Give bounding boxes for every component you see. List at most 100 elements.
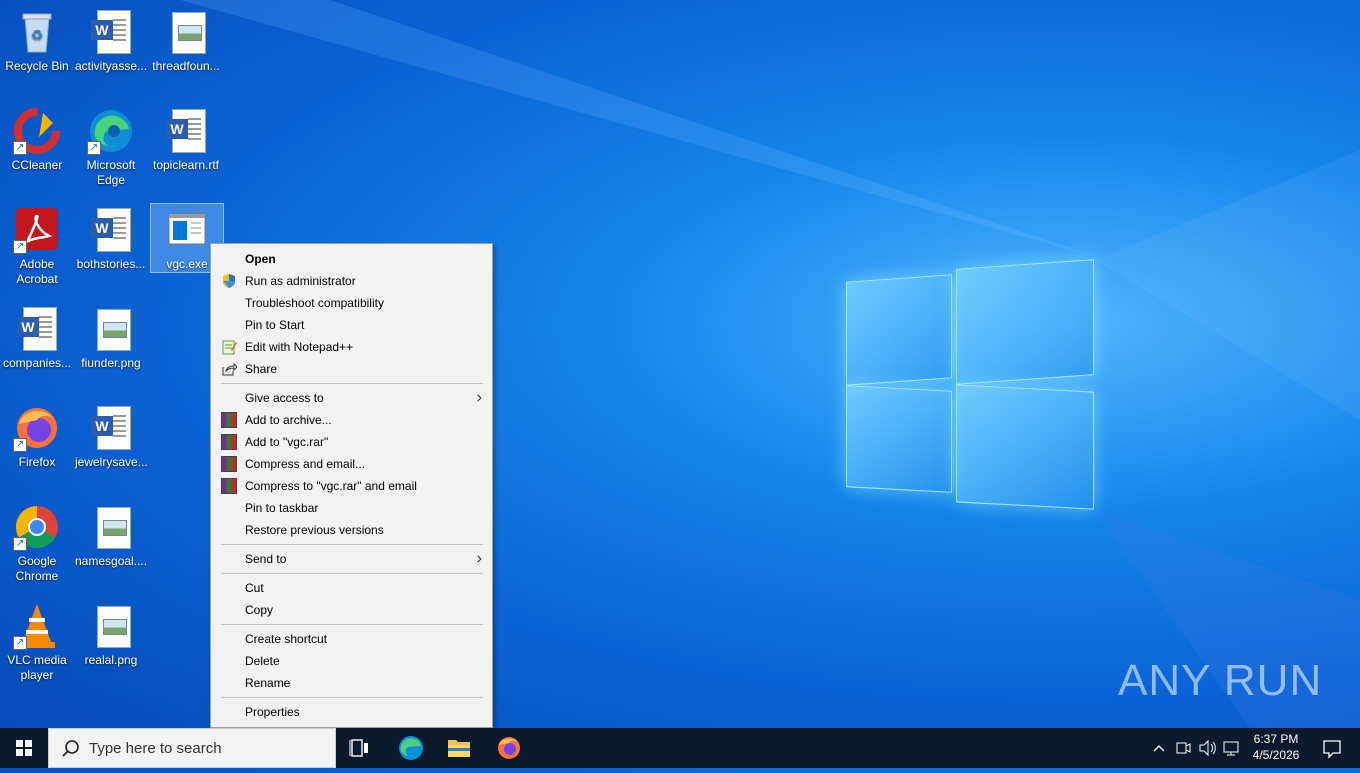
windows-start-icon: [16, 740, 32, 756]
image-file-icon: [87, 602, 135, 650]
menu-item-open[interactable]: Open: [211, 248, 492, 270]
taskbar-file-explorer-button[interactable]: [435, 728, 483, 768]
menu-item-compress-and-email[interactable]: Compress and email...: [211, 453, 492, 475]
desktop-icon-label: threadfoun...: [152, 59, 220, 73]
volume-button[interactable]: [1196, 728, 1218, 768]
menu-item-delete[interactable]: Delete: [211, 650, 492, 672]
shortcut-arrow-icon: ↗: [87, 141, 101, 155]
menu-item-pin-to-taskbar[interactable]: Pin to taskbar: [211, 497, 492, 519]
menu-item-pin-to-start[interactable]: Pin to Start: [211, 314, 492, 336]
desktop-icon-threadfoun[interactable]: threadfoun...: [150, 8, 222, 74]
desktop-icon-namesgoal[interactable]: namesgoal....: [75, 503, 147, 569]
desktop-icon-label: Microsoft Edge: [86, 158, 136, 187]
desktop-icon-realal[interactable]: realal.png: [75, 602, 147, 668]
watermark-text: ANY RUN: [1118, 656, 1323, 705]
shortcut-arrow-icon: ↗: [13, 438, 27, 452]
taskbar-firefox-button[interactable]: [485, 728, 533, 768]
desktop-icon-label: vgc.exe: [166, 257, 208, 271]
menu-item-rename[interactable]: Rename: [211, 672, 492, 694]
desktop-icon-ccleaner[interactable]: ↗ CCleaner: [1, 107, 73, 173]
folder-icon: [448, 740, 470, 757]
show-hidden-icons-button[interactable]: [1150, 728, 1168, 768]
taskbar-search-box[interactable]: Type here to search: [48, 728, 336, 768]
shortcut-arrow-icon: ↗: [13, 636, 27, 650]
uac-shield-icon: [223, 274, 235, 288]
desktop-icon-label: companies...: [2, 356, 72, 370]
executable-icon: [163, 206, 211, 254]
menu-item-edit-with-notepadpp[interactable]: Edit with Notepad++: [211, 336, 492, 358]
desktop-icon-firefox[interactable]: ↗ Firefox: [1, 404, 73, 470]
windows-logo-wallpaper: [846, 258, 1094, 512]
notification-icon: [1323, 740, 1341, 759]
network-icon: [1223, 741, 1239, 756]
desktop-icon-label: realal.png: [84, 653, 138, 667]
menu-item-restore-previous-versions[interactable]: Restore previous versions: [211, 519, 492, 541]
search-placeholder: Type here to search: [89, 740, 222, 757]
menu-separator: [221, 573, 483, 574]
menu-item-properties[interactable]: Properties: [211, 701, 492, 723]
winrar-icon: [221, 456, 237, 472]
menu-item-run-as-administrator[interactable]: Run as administrator: [211, 270, 492, 292]
desktop-icon-adobe-acrobat[interactable]: ↗ Adobe Acrobat: [1, 206, 73, 287]
menu-item-create-shortcut[interactable]: Create shortcut: [211, 628, 492, 650]
desktop-icon-label: fiunder.png: [81, 356, 141, 370]
firefox-icon: ↗: [13, 404, 61, 452]
taskbar: Type here to search 6:37 PM 4/5/2026: [0, 728, 1360, 768]
desktop-icon-fiunder[interactable]: fiunder.png: [75, 305, 147, 371]
taskbar-edge-button[interactable]: [387, 728, 435, 768]
action-center-button[interactable]: [1312, 728, 1352, 768]
menu-item-give-access-to[interactable]: Give access to ›: [211, 387, 492, 409]
meet-now-icon: [1176, 742, 1191, 754]
speaker-icon: [1199, 739, 1216, 757]
task-view-icon: [349, 739, 368, 757]
edge-icon: [399, 736, 423, 760]
desktop-icon-label: Adobe Acrobat: [16, 257, 58, 286]
desktop-icon-microsoft-edge[interactable]: ↗ Microsoft Edge: [75, 107, 147, 188]
shortcut-arrow-icon: ↗: [13, 141, 27, 155]
desktop-icon-label: namesgoal....: [75, 554, 148, 568]
meet-now-button[interactable]: [1172, 728, 1194, 768]
chevron-up-icon: [1153, 745, 1165, 752]
desktop-icon-jewelrysave[interactable]: W jewelrysave...: [75, 404, 148, 470]
desktop-icon-topiclearn[interactable]: W topiclearn.rtf: [150, 107, 222, 173]
network-button[interactable]: [1220, 728, 1242, 768]
shortcut-arrow-icon: ↗: [13, 240, 27, 254]
context-menu: Open Run as administrator Troubleshoot c…: [210, 243, 493, 728]
image-file-icon: [87, 305, 135, 353]
vlc-icon: ↗: [13, 602, 61, 650]
menu-item-share[interactable]: Share: [211, 358, 492, 380]
winrar-icon: [221, 434, 237, 450]
menu-separator: [221, 697, 483, 698]
image-file-icon: [162, 8, 210, 56]
clock[interactable]: 6:37 PM 4/5/2026: [1246, 728, 1306, 768]
desktop-icon-label: VLC media player: [7, 653, 67, 682]
menu-item-add-to-vgc-rar[interactable]: Add to "vgc.rar": [211, 431, 492, 453]
anyrun-watermark: ANY RUN: [1118, 656, 1322, 706]
word-document-icon: W: [87, 8, 135, 56]
menu-item-copy[interactable]: Copy: [211, 599, 492, 621]
desktop-icon-activityasse[interactable]: W activityasse...: [75, 8, 147, 74]
desktop-icon-recycle-bin[interactable]: ♻ Recycle Bin: [1, 8, 73, 74]
desktop-icon-bothstories[interactable]: W bothstories...: [75, 206, 147, 272]
start-button[interactable]: [0, 728, 48, 768]
desktop-icon-companies[interactable]: W companies...: [1, 305, 73, 371]
menu-item-send-to[interactable]: Send to ›: [211, 548, 492, 570]
edge-icon: ↗: [87, 107, 135, 155]
svg-text:♻: ♻: [31, 27, 44, 43]
share-icon: [222, 362, 237, 376]
menu-item-troubleshoot-compatibility[interactable]: Troubleshoot compatibility: [211, 292, 492, 314]
desktop-icon-label: Google Chrome: [15, 554, 59, 583]
menu-item-compress-to-vgc-rar-and-email[interactable]: Compress to "vgc.rar" and email: [211, 475, 492, 497]
word-document-icon: W: [13, 305, 61, 353]
task-view-button[interactable]: [336, 728, 384, 768]
shortcut-arrow-icon: ↗: [13, 537, 27, 551]
clock-time: 6:37 PM: [1253, 732, 1299, 746]
menu-item-cut[interactable]: Cut: [211, 577, 492, 599]
acrobat-icon: ↗: [13, 206, 61, 254]
desktop-icon-google-chrome[interactable]: ↗ Google Chrome: [1, 503, 73, 584]
desktop-icon-label: jewelrysave...: [75, 455, 148, 469]
word-document-icon: W: [87, 404, 135, 452]
chrome-icon: ↗: [13, 503, 61, 551]
menu-item-add-to-archive[interactable]: Add to archive...: [211, 409, 492, 431]
desktop-icon-vlc[interactable]: ↗ VLC media player: [1, 602, 73, 683]
